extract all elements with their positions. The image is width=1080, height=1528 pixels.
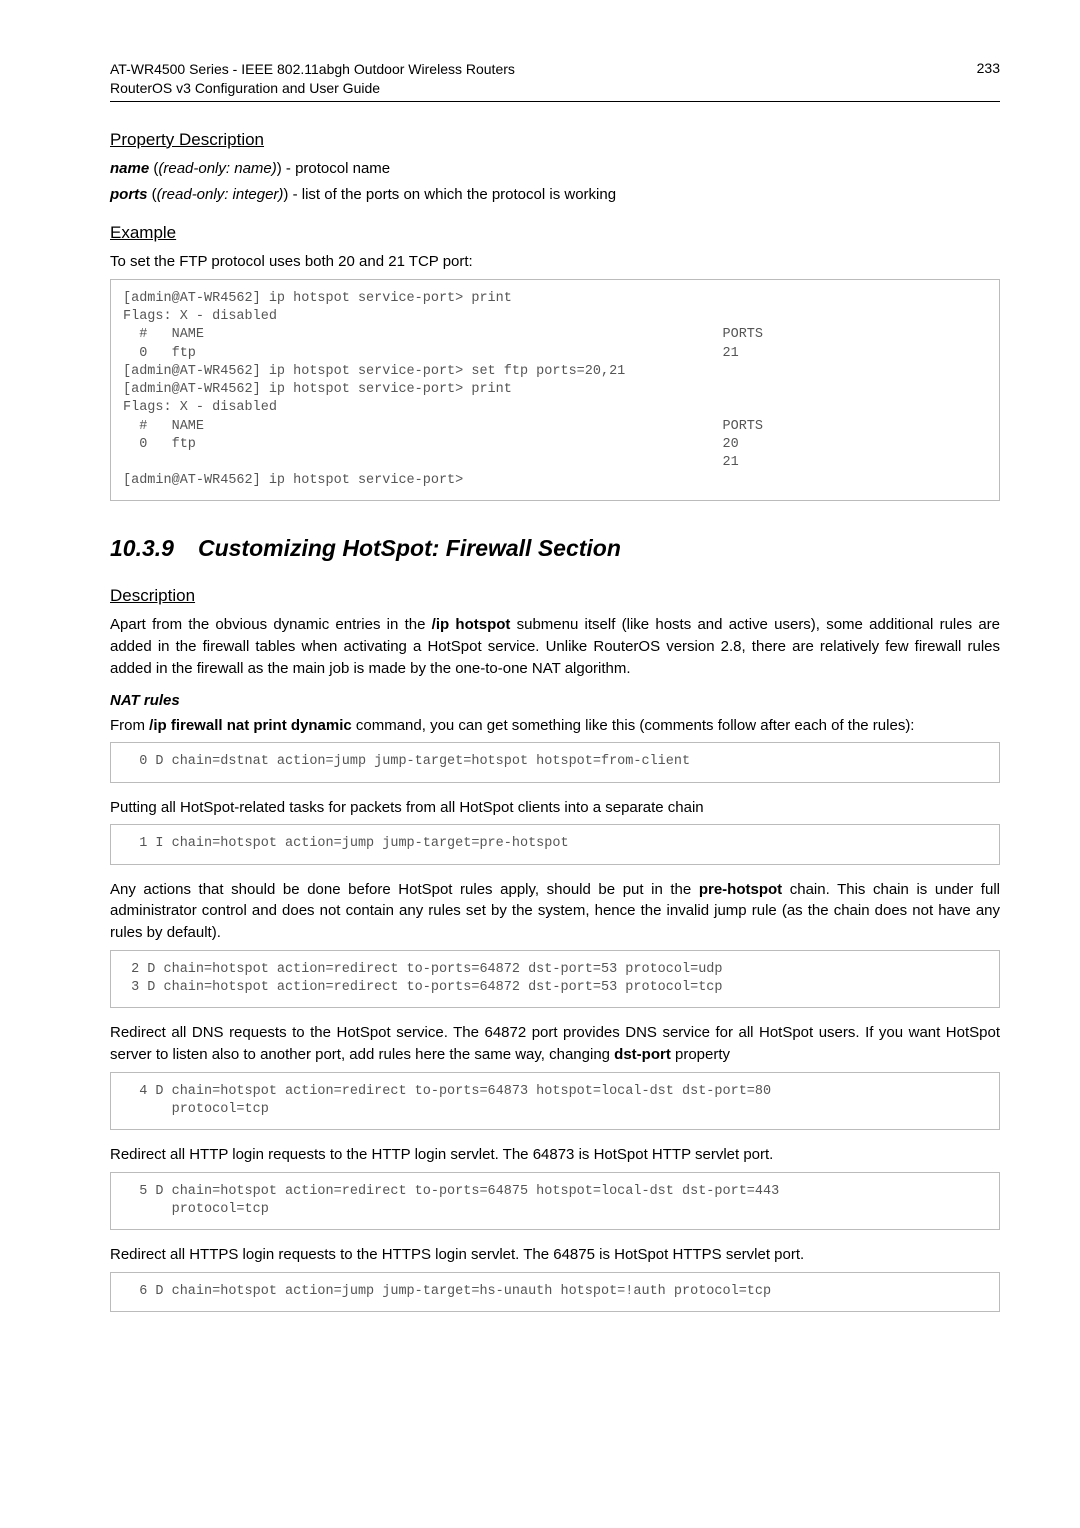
example-heading: Example <box>110 223 1000 243</box>
page-header: AT-WR4500 Series - IEEE 802.11abgh Outdo… <box>110 60 1000 98</box>
propdesc-line-name: name ((read-only: name)) - protocol name <box>110 158 1000 180</box>
property-description-heading: Property Description <box>110 130 1000 150</box>
section-10-3-9-heading: 10.3.9 Customizing HotSpot: Firewall Sect… <box>110 535 1000 562</box>
header-title-line2: RouterOS v3 Configuration and User Guide <box>110 80 380 96</box>
example-code-block: [admin@AT-WR4562] ip hotspot service-por… <box>110 279 1000 501</box>
example-intro: To set the FTP protocol uses both 20 and… <box>110 251 1000 273</box>
nat-code-1: 1 I chain=hotspot action=jump jump-targe… <box>110 824 1000 864</box>
nat-code-4: 5 D chain=hotspot action=redirect to-por… <box>110 1172 1000 1230</box>
nat-text-2: Any actions that should be done before H… <box>110 879 1000 944</box>
nat-code-2: 2 D chain=hotspot action=redirect to-por… <box>110 950 1000 1008</box>
nat-text-1: Putting all HotSpot-related tasks for pa… <box>110 797 1000 819</box>
nat-text-3: Redirect all DNS requests to the HotSpot… <box>110 1022 1000 1066</box>
header-title-line1: AT-WR4500 Series - IEEE 802.11abgh Outdo… <box>110 61 515 77</box>
nat-code-3: 4 D chain=hotspot action=redirect to-por… <box>110 1072 1000 1130</box>
nat-code-0: 0 D chain=dstnat action=jump jump-target… <box>110 742 1000 782</box>
page-number: 233 <box>977 60 1000 76</box>
propdesc-name-paren: ((read-only: name)) <box>153 160 281 177</box>
nat-intro: From /ip firewall nat print dynamic comm… <box>110 715 1000 737</box>
nat-rules-subhead: NAT rules <box>110 692 1000 709</box>
header-rule <box>110 101 1000 102</box>
propdesc-ports-paren: ((read-only: integer)) <box>152 186 289 203</box>
nat-code-5: 6 D chain=hotspot action=jump jump-targe… <box>110 1272 1000 1312</box>
propdesc-line-ports: ports ((read-only: integer)) - list of t… <box>110 184 1000 206</box>
description-paragraph: Apart from the obvious dynamic entries i… <box>110 614 1000 679</box>
nat-text-4: Redirect all HTTP login requests to the … <box>110 1144 1000 1166</box>
section-title-text: Customizing HotSpot: Firewall Section <box>198 535 621 561</box>
section-number: 10.3.9 <box>110 535 174 561</box>
header-title: AT-WR4500 Series - IEEE 802.11abgh Outdo… <box>110 60 515 98</box>
nat-text-5: Redirect all HTTPS login requests to the… <box>110 1244 1000 1266</box>
description-heading: Description <box>110 586 1000 606</box>
